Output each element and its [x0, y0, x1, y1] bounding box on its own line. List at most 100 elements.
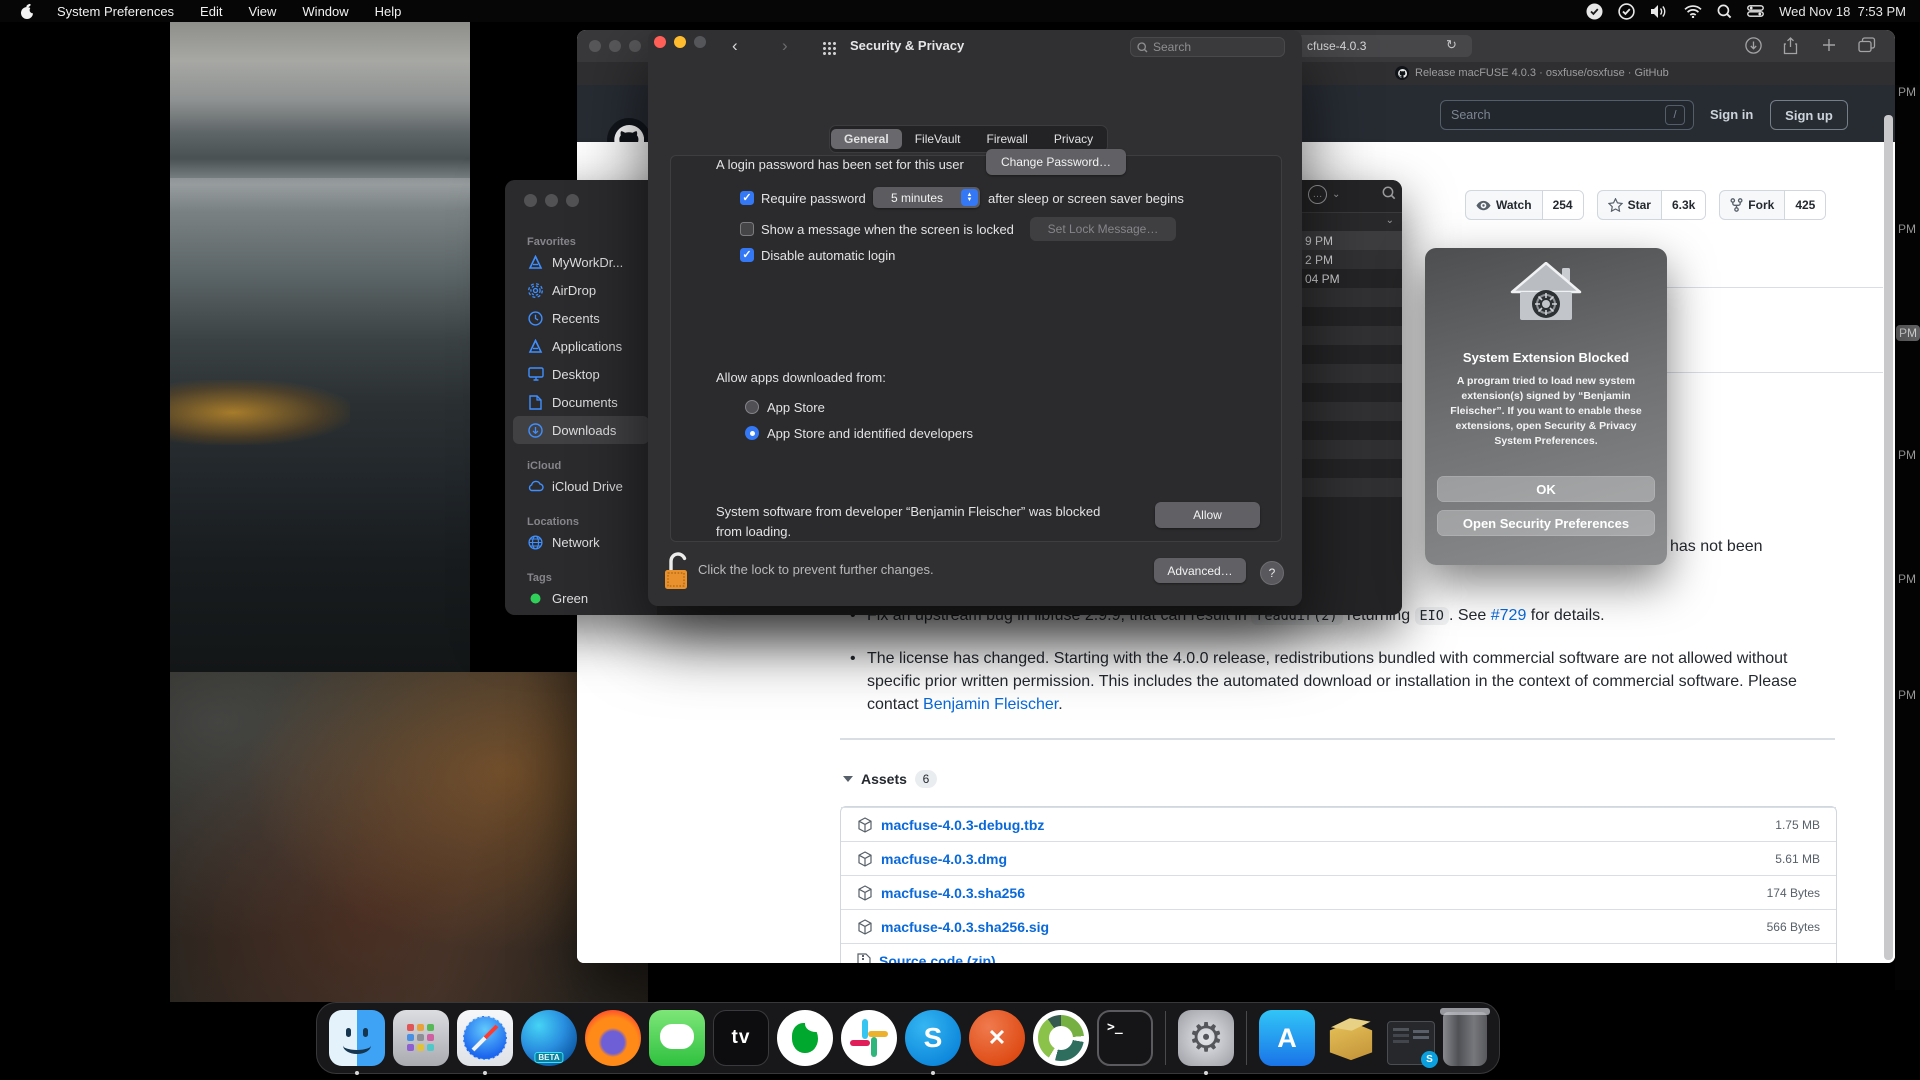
repo-action-button[interactable]: Star 6.3k [1597, 190, 1707, 220]
asset-link[interactable]: macfuse-4.0.3-debug.tbz [881, 817, 1775, 833]
github-search-input[interactable]: Search / [1440, 100, 1694, 130]
microsoft-remote-desktop[interactable]: ✕ [969, 1010, 1025, 1066]
window-controls-inactive[interactable] [524, 194, 579, 207]
repo-action-button[interactable]: Fork 425 [1719, 190, 1826, 220]
minimized-window[interactable]: S [1387, 1021, 1435, 1065]
contact-link[interactable]: Benjamin Fleischer [923, 696, 1058, 713]
show-all-icon[interactable] [822, 41, 836, 55]
more-options-icon[interactable]: … [1308, 185, 1327, 204]
messages[interactable] [649, 1010, 705, 1066]
app-store[interactable]: A [1259, 1010, 1315, 1066]
badge-check-icon[interactable] [1586, 3, 1603, 20]
collapse-caret-icon[interactable] [843, 776, 853, 782]
wifi-icon[interactable] [1684, 5, 1702, 18]
skype[interactable]: S [905, 1010, 961, 1066]
file-row[interactable] [1302, 440, 1402, 459]
installer-package[interactable] [1323, 1010, 1379, 1066]
action-count[interactable]: 6.3k [1661, 191, 1705, 219]
asset-row[interactable]: macfuse-4.0.3.sha256 174 Bytes [841, 875, 1836, 909]
help-button[interactable]: ? [1260, 561, 1284, 585]
sidebar-item-icloud-drive[interactable]: iCloud Drive [513, 472, 649, 500]
file-row[interactable] [1302, 326, 1402, 345]
active-tab[interactable]: Release macFUSE 4.0.3 · osxfuse/osxfuse … [1395, 66, 1669, 80]
sidebar-item-airdrop[interactable]: AirDrop [513, 276, 649, 304]
sidebar-item-recents[interactable]: Recents [513, 304, 649, 332]
action-count[interactable]: 254 [1542, 191, 1583, 219]
search-icon[interactable] [1382, 186, 1396, 205]
asset-link[interactable]: Source code (zip) [879, 953, 1820, 964]
file-row[interactable]: 04 PM [1302, 269, 1402, 288]
tab[interactable]: Privacy [1041, 129, 1106, 149]
tab[interactable]: General [831, 129, 902, 149]
show-message-checkbox[interactable] [740, 222, 754, 236]
identified-developers-radio[interactable] [745, 426, 759, 440]
app-store-radio[interactable] [745, 400, 759, 414]
evernote[interactable] [777, 1010, 833, 1066]
sort-chevron-icon[interactable]: ⌄ [1386, 215, 1394, 226]
zoom-button[interactable] [629, 40, 641, 52]
downloads-icon[interactable] [1745, 37, 1762, 59]
file-row[interactable] [1302, 307, 1402, 326]
menu-bar-clock[interactable]: Wed Nov 18 7:53 PM [1779, 4, 1906, 19]
forward-button[interactable]: › [782, 36, 788, 56]
column-header[interactable]: ⌄ [1302, 212, 1402, 232]
require-password-checkbox[interactable]: ✓ [740, 191, 754, 205]
sidebar-item-network[interactable]: Network [513, 528, 649, 556]
file-row[interactable] [1302, 402, 1402, 421]
tab-overview-icon[interactable] [1858, 37, 1876, 58]
trash[interactable] [1443, 1012, 1487, 1066]
address-bar-text[interactable]: cfuse-4.0.3 [1307, 39, 1366, 53]
advanced-button[interactable]: Advanced… [1154, 558, 1246, 583]
badge-check-outline-icon[interactable] [1618, 3, 1635, 20]
terminal[interactable]: >_ [1097, 1010, 1153, 1066]
file-row[interactable] [1302, 345, 1402, 364]
tab[interactable]: Firewall [974, 129, 1041, 149]
action-count[interactable]: 425 [1784, 191, 1825, 219]
slack[interactable] [841, 1010, 897, 1066]
file-row[interactable]: 2 PM [1302, 250, 1402, 269]
asset-row[interactable]: Source code (zip) [841, 943, 1836, 963]
asset-row[interactable]: macfuse-4.0.3.dmg 5.61 MB [841, 841, 1836, 875]
reload-icon[interactable]: ↻ [1446, 37, 1457, 53]
share-icon[interactable] [1783, 37, 1798, 60]
tab[interactable]: FileVault [902, 129, 974, 149]
sidebar-item-documents[interactable]: Documents [513, 388, 649, 416]
system-preferences[interactable]: ⚙ [1178, 1010, 1234, 1066]
apple-menu-icon[interactable] [20, 3, 35, 19]
issue-link[interactable]: #729 [1491, 607, 1527, 624]
finder[interactable] [329, 1010, 385, 1066]
menu-item[interactable]: Help [375, 4, 402, 19]
launchpad[interactable] [393, 1010, 449, 1066]
back-button[interactable]: ‹ [732, 36, 738, 56]
sidebar-item-green[interactable]: Green [513, 584, 649, 612]
sign-up-button[interactable]: Sign up [1770, 100, 1848, 130]
asset-link[interactable]: macfuse-4.0.3.sha256.sig [881, 919, 1767, 935]
repo-action-button[interactable]: Watch 254 [1465, 190, 1584, 220]
apple-tv[interactable]: tv [713, 1010, 769, 1066]
file-row[interactable] [1302, 459, 1402, 478]
file-row[interactable] [1302, 288, 1402, 307]
cisco-anyconnect[interactable] [1033, 1010, 1089, 1066]
file-row[interactable]: 9 PM [1302, 231, 1402, 250]
asset-row[interactable]: macfuse-4.0.3.sha256.sig 566 Bytes [841, 909, 1836, 943]
microsoft-edge-beta[interactable]: BETA [521, 1010, 577, 1066]
asset-row[interactable]: macfuse-4.0.3-debug.tbz 1.75 MB [841, 807, 1836, 841]
menu-item[interactable]: Window [302, 4, 348, 19]
assets-header[interactable]: Assets 6 [843, 770, 937, 788]
file-row[interactable] [1302, 383, 1402, 402]
sidebar-item-desktop[interactable]: Desktop [513, 360, 649, 388]
spotlight-icon[interactable] [1717, 4, 1732, 19]
chevron-down-icon[interactable]: ⌄ [1332, 189, 1340, 200]
menu-item[interactable]: Edit [200, 4, 222, 19]
unlocked-padlock-icon[interactable] [662, 550, 692, 594]
menu-item[interactable]: System Preferences [57, 4, 174, 19]
ok-button[interactable]: OK [1437, 476, 1655, 502]
close-button[interactable] [589, 40, 601, 52]
control-center-icon[interactable] [1747, 5, 1764, 17]
volume-icon[interactable] [1650, 4, 1669, 19]
allow-button[interactable]: Allow [1155, 502, 1260, 528]
asset-link[interactable]: macfuse-4.0.3.sha256 [881, 885, 1767, 901]
interval-dropdown[interactable]: 5 minutes ▲▼ [873, 187, 980, 208]
safari[interactable] [457, 1010, 513, 1066]
change-password-button[interactable]: Change Password… [986, 149, 1126, 175]
